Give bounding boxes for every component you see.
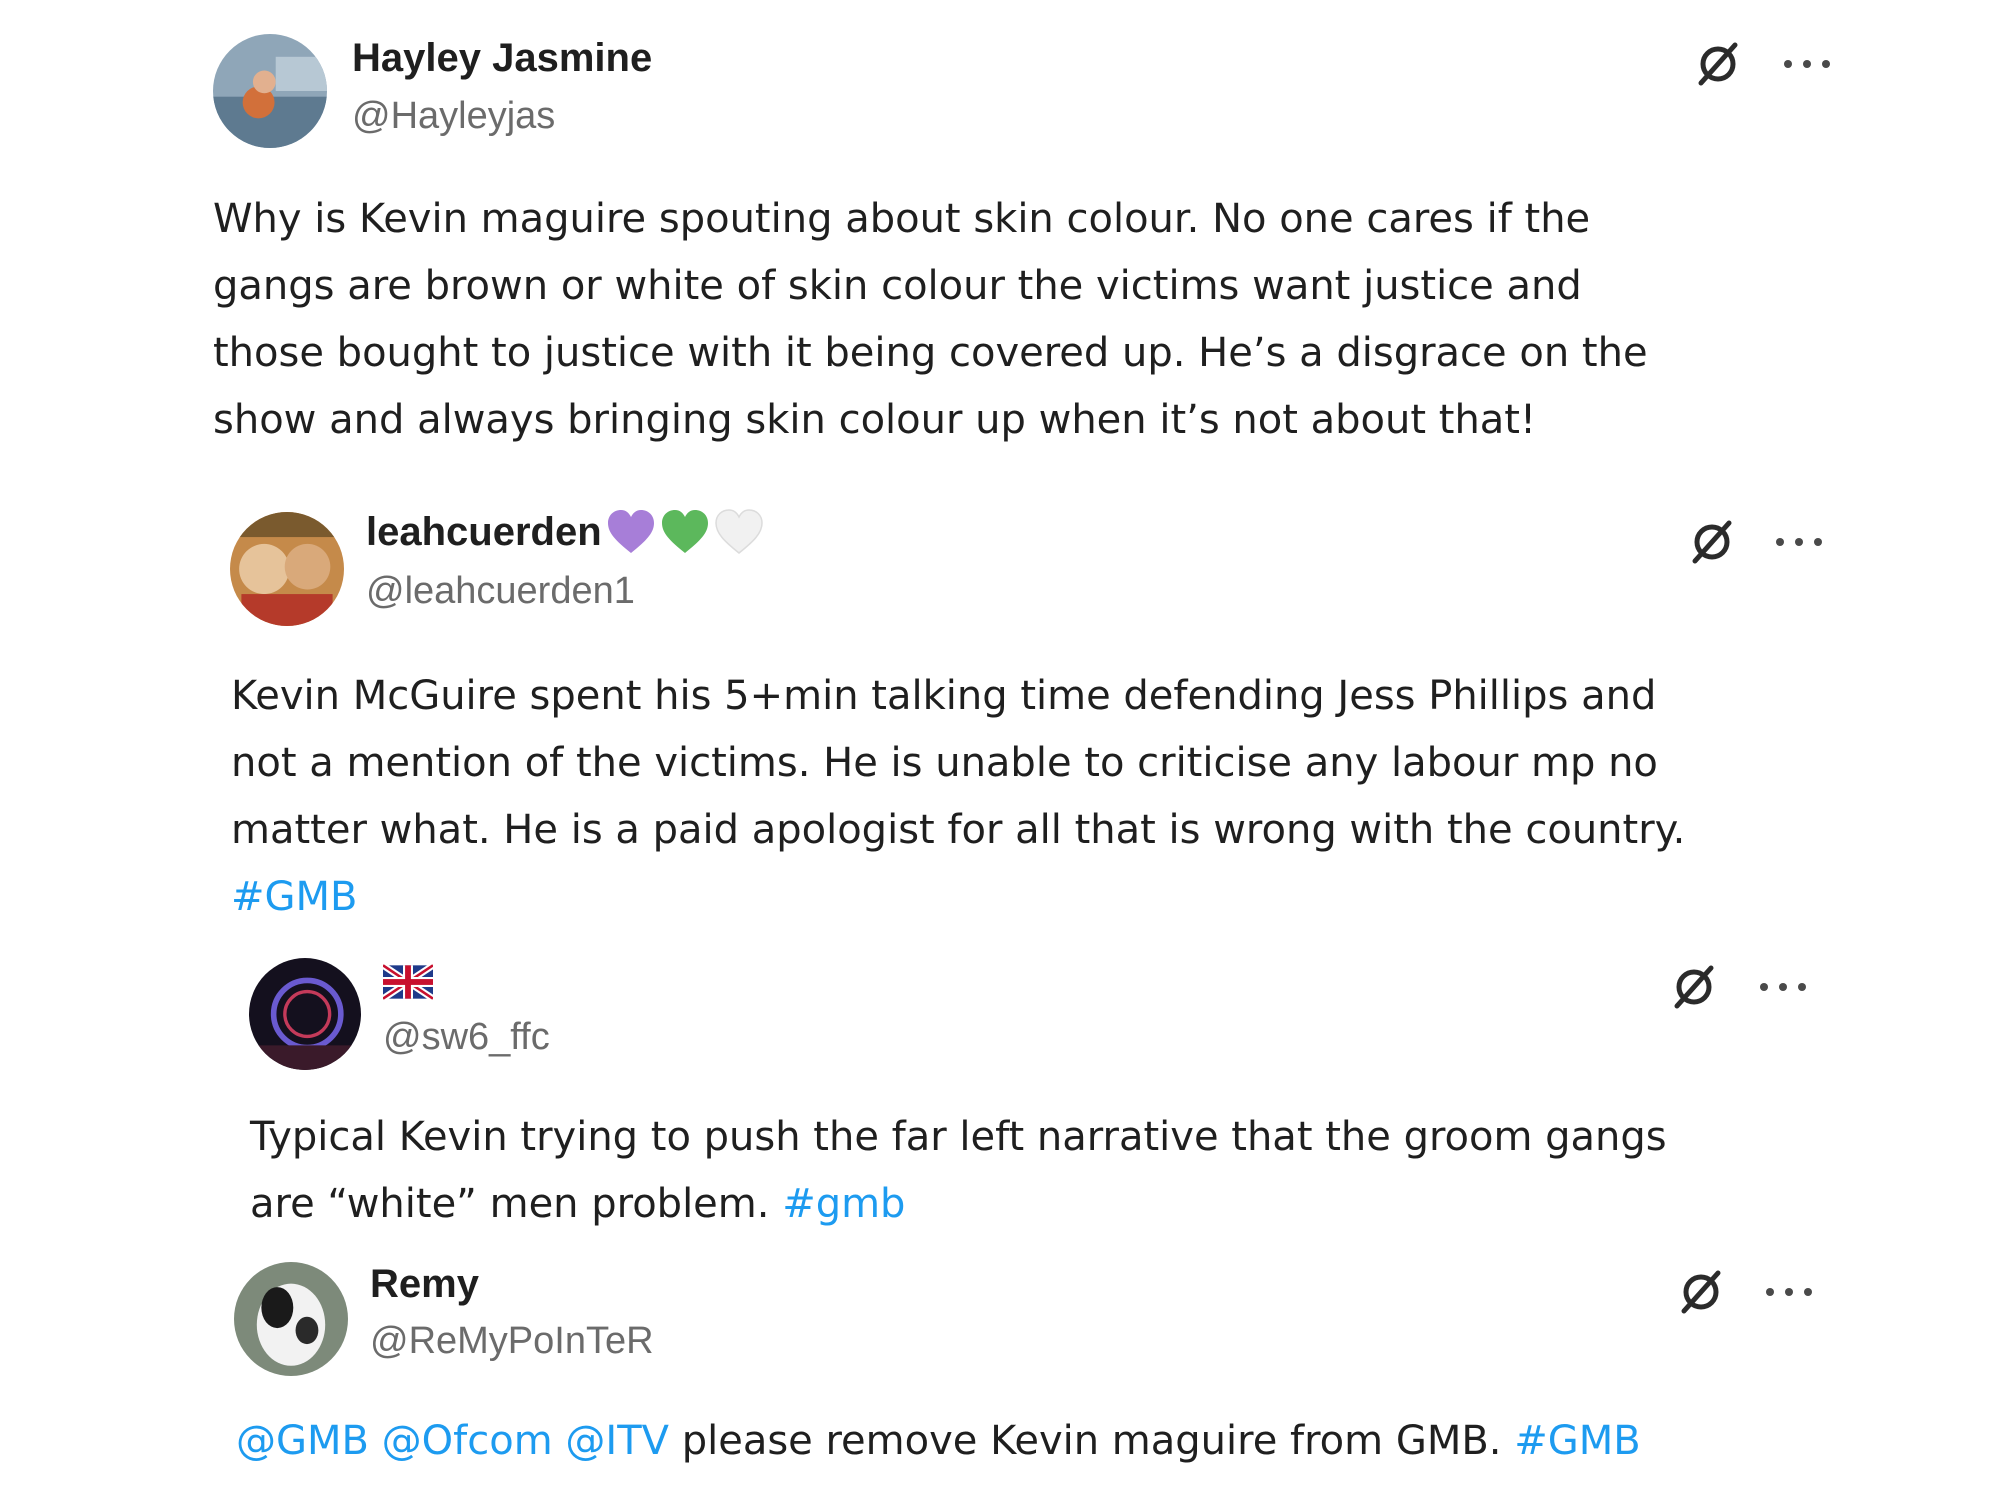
post-text-line: please remove Kevin maguire from GMB. (668, 1418, 1515, 1464)
post-text-line: show and always bringing skin colour up … (213, 397, 1537, 443)
mention-link-ofcom[interactable]: @Ofcom (382, 1418, 553, 1464)
post-text-line: matter what. He is a paid apologist for … (231, 807, 1686, 853)
mention-link-gmb[interactable]: @GMB (236, 1418, 369, 1464)
post-text-line: Kevin McGuire spent his 5+min talking ti… (231, 673, 1657, 719)
avatar[interactable] (234, 1262, 348, 1376)
green-heart-icon (660, 509, 710, 555)
user-handle[interactable]: @sw6_ffc (383, 1016, 550, 1059)
hashtag-link[interactable]: #GMB (1514, 1418, 1640, 1464)
more-icon[interactable] (1766, 1286, 1812, 1298)
avatar[interactable] (213, 34, 327, 148)
post-text-line: are “white” men problem. (250, 1181, 783, 1227)
grok-icon[interactable] (1688, 518, 1736, 566)
post-text: @GMB @Ofcom @ITV please remove Kevin mag… (236, 1408, 1846, 1475)
user-handle[interactable]: @Hayleyjas (352, 95, 555, 138)
display-name[interactable]: Hayley Jasmine (352, 36, 652, 81)
white-heart-icon (714, 509, 764, 555)
purple-heart-icon (606, 509, 656, 555)
post-text-line: Why is Kevin maguire spouting about skin… (213, 196, 1591, 242)
display-name-text: leahcuerden (366, 509, 602, 554)
more-icon[interactable] (1784, 58, 1830, 70)
user-handle[interactable]: @leahcuerden1 (366, 570, 635, 613)
user-handle[interactable]: @ReMyPoInTeR (370, 1320, 654, 1363)
more-icon[interactable] (1760, 981, 1806, 993)
grok-icon[interactable] (1694, 40, 1742, 88)
uk-flag-icon (383, 964, 433, 1000)
grok-icon[interactable] (1670, 963, 1718, 1011)
post-text: Typical Kevin trying to push the far lef… (250, 1104, 1860, 1238)
post-text-line: Typical Kevin trying to push the far lef… (250, 1114, 1667, 1160)
display-name[interactable]: leahcuerden (366, 509, 764, 555)
post-text: Kevin McGuire spent his 5+min talking ti… (231, 663, 1841, 931)
grok-icon[interactable] (1677, 1268, 1725, 1316)
mention-link-itv[interactable]: @ITV (565, 1418, 669, 1464)
display-name[interactable]: Remy (370, 1262, 479, 1307)
post-text-line: those bought to justice with it being co… (213, 330, 1648, 376)
avatar[interactable] (230, 512, 344, 626)
hashtag-link[interactable]: #GMB (231, 874, 357, 920)
post-text: Why is Kevin maguire spouting about skin… (213, 186, 1823, 454)
avatar[interactable] (249, 958, 361, 1070)
post-text-line: not a mention of the victims. He is unab… (231, 740, 1658, 786)
more-icon[interactable] (1776, 536, 1822, 548)
post-text-line: gangs are brown or white of skin colour … (213, 263, 1582, 309)
hashtag-link[interactable]: #gmb (782, 1181, 905, 1227)
